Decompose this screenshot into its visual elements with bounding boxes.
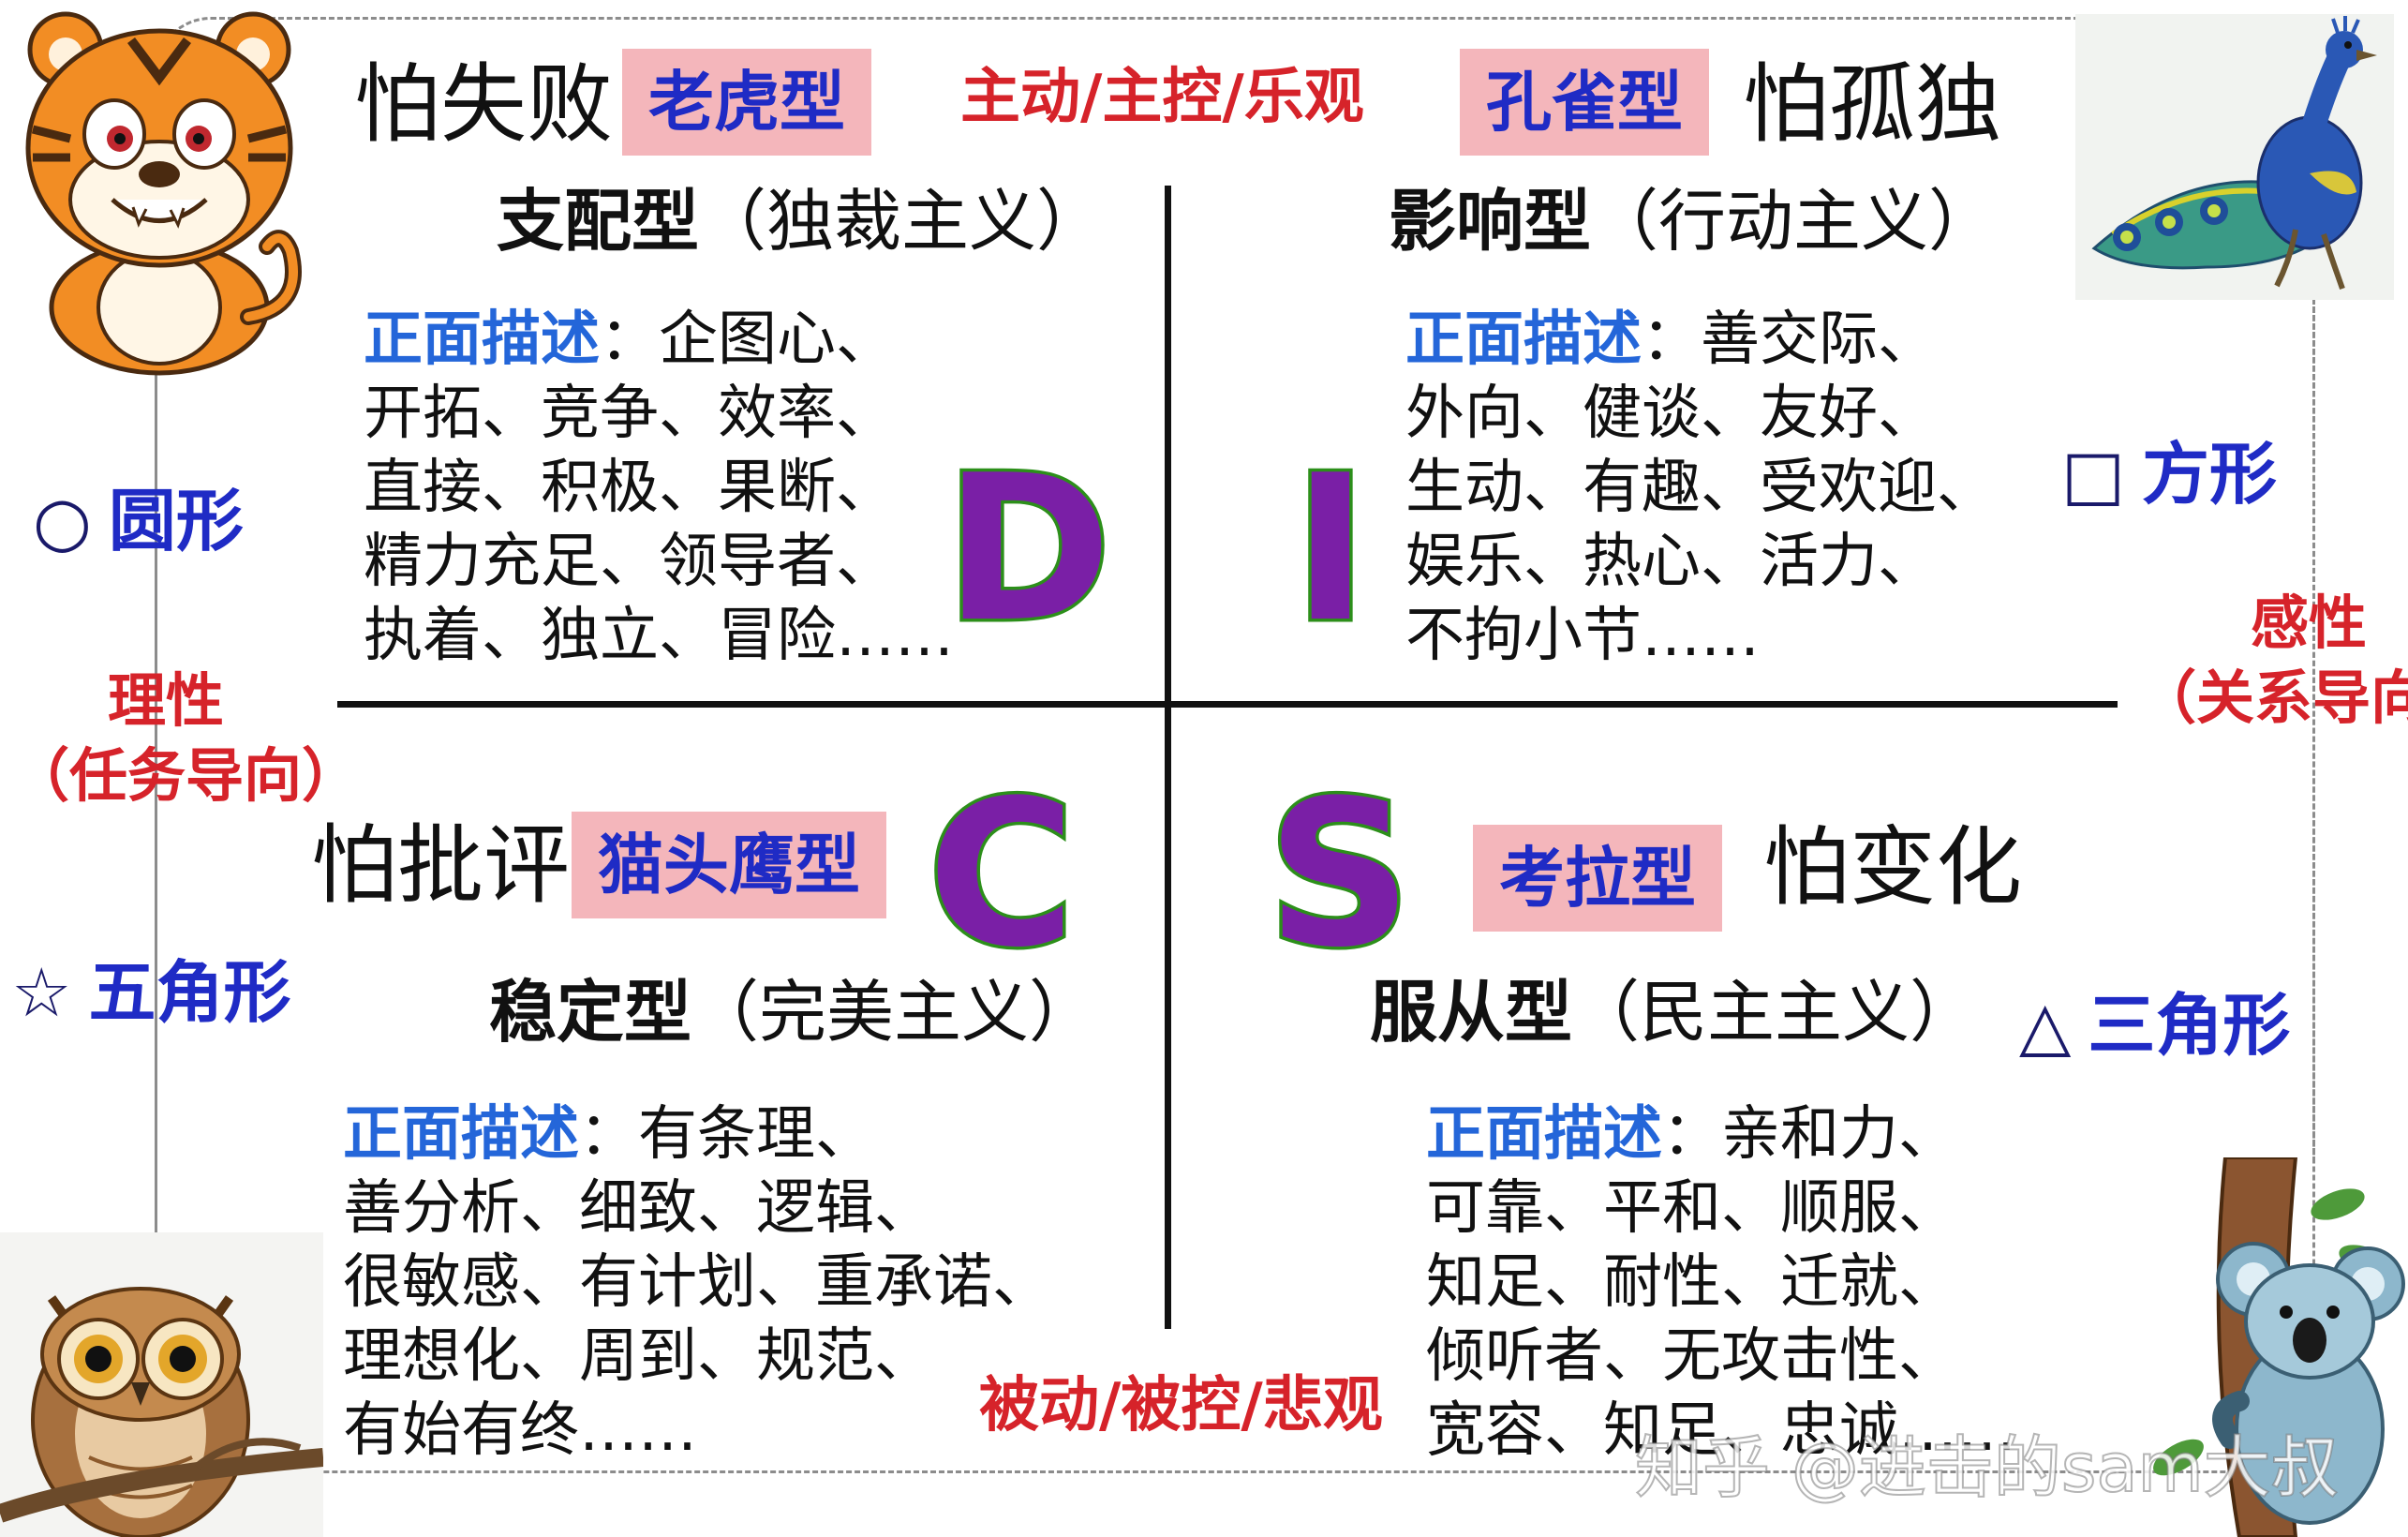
i-animal-tag: 孔雀型 [1460, 49, 1709, 156]
triangle-shape-label: △ 三角形 [2019, 992, 2290, 1059]
owl-icon [0, 1232, 323, 1537]
d-desc-label: 正面描述 [364, 305, 600, 373]
square-icon: □ [2061, 435, 2126, 514]
s-desc-line: 倾听者、无攻击性、 [1426, 1321, 1957, 1390]
peacock-icon [2075, 14, 2394, 300]
right-side-line1: 感性 [2251, 589, 2368, 657]
c-quadrant-title: 稳定型（完美主义） [489, 978, 1096, 1046]
d-desc-line: 开拓、竞争、效率、 [364, 379, 895, 447]
star-icon: ☆ [11, 953, 72, 1032]
d-desc-line: 执着、独立、冒险…… [364, 601, 954, 669]
s-animal-tag: 考拉型 [1473, 825, 1722, 932]
i-title-rest: （行动主义） [1591, 182, 1997, 261]
c-fear-text: 怕批评 [311, 815, 571, 916]
right-side-line2: （关系导向 [2138, 664, 2408, 732]
left-side-line1: 理性 [107, 666, 224, 735]
s-title-rest: （民主主义） [1572, 973, 1978, 1052]
c-desc-line: 很敏感、有计划、重承诺、 [343, 1247, 1051, 1316]
c-title-rest: （完美主义） [691, 973, 1097, 1052]
d-title-rest: （独裁主义） [699, 182, 1105, 261]
circle-shape-label: ○ 圆形 [33, 487, 244, 555]
horizontal-axis [337, 701, 2118, 708]
c-desc-line: ：有条理、 [579, 1099, 874, 1168]
c-animal-tag: 猫头鹰型 [572, 812, 886, 918]
i-fear-text: 怕孤独 [1743, 54, 2002, 155]
d-desc-line: 直接、积极、果断、 [364, 453, 895, 521]
d-fear-text: 怕失败 [354, 54, 614, 155]
c-letter: C [925, 756, 1079, 992]
i-desc-line: 外向、健谈、友好、 [1405, 379, 1937, 447]
d-quadrant-title: 支配型（独裁主义） [497, 187, 1104, 255]
axis-active-label: 主动/主控/乐观 [960, 63, 1364, 132]
d-letter: D [941, 431, 1114, 666]
watermark: 知乎 @进击的sam大叔 [1634, 1428, 2340, 1507]
s-desc-line: 可靠、平和、顺服、 [1426, 1173, 1957, 1242]
c-desc-label: 正面描述 [343, 1099, 579, 1168]
i-letter: I [1290, 431, 1372, 666]
i-desc-line: 不拘小节…… [1405, 601, 1760, 669]
s-fear-text: 怕变化 [1763, 817, 2023, 918]
left-side-line2: （任务导向） [11, 741, 361, 810]
circle-icon: ○ [33, 482, 92, 560]
d-description: 正面描述：企图心、 开拓、竞争、效率、 直接、积极、果断、 精力充足、领导者、 … [364, 302, 954, 672]
s-desc-line: 知足、耐性、迁就、 [1426, 1247, 1957, 1316]
s-title-bold: 服从型 [1370, 973, 1573, 1052]
i-desc-line: 娱乐、热心、活力、 [1405, 527, 1937, 595]
c-desc-line: 善分析、细致、逻辑、 [343, 1173, 933, 1242]
square-label-text: 方形 [2142, 435, 2278, 514]
s-quadrant-title: 服从型（民主主义） [1370, 978, 1977, 1046]
triangle-icon: △ [2019, 986, 2072, 1065]
c-desc-line: 有始有终…… [343, 1395, 697, 1464]
star-shape-label: ☆ 五角形 [11, 959, 291, 1026]
i-desc-label: 正面描述 [1405, 305, 1642, 373]
c-title-bold: 稳定型 [489, 973, 692, 1052]
s-letter: S [1264, 756, 1416, 992]
triangle-label-text: 三角形 [2088, 986, 2291, 1065]
s-desc-line: ：亲和力、 [1662, 1099, 1957, 1168]
i-description: 正面描述：善交际、 外向、健谈、友好、 生动、有趣、受欢迎、 娱乐、热心、活力、… [1405, 302, 1996, 672]
c-desc-line: 理想化、周到、规范、 [343, 1321, 933, 1390]
vertical-axis [1165, 186, 1171, 1329]
circle-label-text: 圆形 [108, 482, 244, 560]
d-title-bold: 支配型 [497, 182, 700, 261]
square-shape-label: □ 方形 [2061, 440, 2277, 508]
star-label-text: 五角形 [88, 953, 291, 1032]
d-desc-line: 精力充足、领导者、 [364, 527, 895, 595]
left-side-label: 理性 （任务导向） [11, 664, 361, 813]
s-description: 正面描述：亲和力、 可靠、平和、顺服、 知足、耐性、迁就、 倾听者、无攻击性、 … [1426, 1097, 2016, 1467]
i-desc-line: ：善交际、 [1642, 305, 1937, 373]
i-title-bold: 影响型 [1389, 182, 1592, 261]
s-desc-label: 正面描述 [1426, 1099, 1662, 1168]
tiger-icon [25, 11, 302, 376]
c-description: 正面描述：有条理、 善分析、细致、逻辑、 很敏感、有计划、重承诺、 理想化、周到… [343, 1097, 1051, 1467]
axis-passive-label: 被动/被控/悲观 [979, 1371, 1383, 1440]
right-side-label: 感性 （关系导向 [2138, 586, 2408, 736]
d-animal-tag: 老虎型 [622, 49, 871, 156]
d-desc-line: ：企图心、 [600, 305, 895, 373]
i-desc-line: 生动、有趣、受欢迎、 [1405, 453, 1996, 521]
i-quadrant-title: 影响型（行动主义） [1389, 187, 1996, 255]
